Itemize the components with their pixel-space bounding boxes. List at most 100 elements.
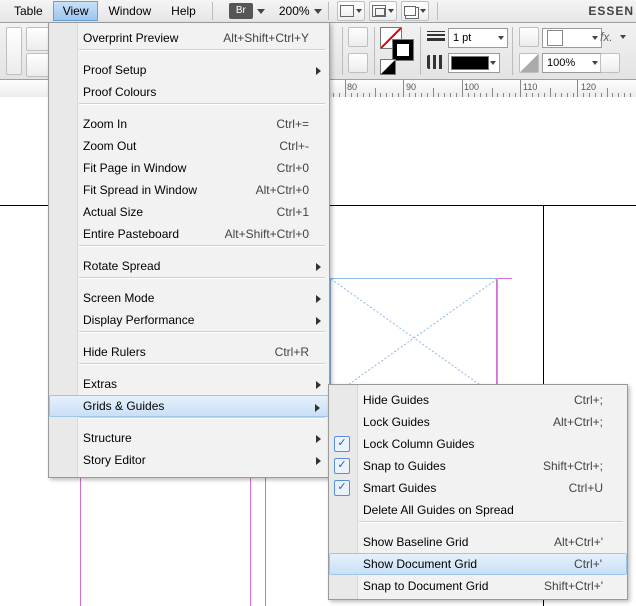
chevron-down-icon <box>592 36 598 40</box>
bridge-dropdown-icon[interactable] <box>257 9 265 14</box>
menu-item[interactable]: Hide Rulers Ctrl+R <box>49 341 329 363</box>
menu-item-label: Fit Spread in Window <box>83 183 197 197</box>
workspace-label[interactable]: ESSEN <box>588 4 634 18</box>
bridge-button[interactable]: Br <box>229 3 253 19</box>
menu-shortcut: Ctrl+' <box>574 554 602 574</box>
menu-item-label: Show Document Grid <box>363 557 477 571</box>
menu-item[interactable]: Structure <box>49 427 329 449</box>
menu-separator <box>79 331 325 333</box>
menu-item[interactable]: Hide GuidesCtrl+; <box>329 389 627 411</box>
menu-item[interactable]: Lock Column Guides✓ <box>329 433 627 455</box>
menu-item[interactable]: Zoom OutCtrl+- <box>49 135 329 157</box>
menu-window[interactable]: Window <box>98 1 161 21</box>
menu-separator <box>359 521 623 523</box>
zoom-value: 200% <box>279 4 310 18</box>
effects-icon[interactable] <box>519 27 539 47</box>
menu-item[interactable]: Show Baseline GridAlt+Ctrl+' <box>329 531 627 553</box>
submenu-arrow-icon <box>316 67 321 75</box>
menu-item-label: Lock Column Guides <box>363 437 474 451</box>
menu-item[interactable]: Show Document Grid Ctrl+' <box>329 553 627 575</box>
menu-item[interactable]: Snap to Guides Shift+Ctrl+; ✓ <box>329 455 627 477</box>
menu-item[interactable]: Fit Spread in WindowAlt+Ctrl+0 <box>49 179 329 201</box>
menu-item[interactable]: Story Editor <box>49 449 329 471</box>
menu-item-label: Zoom In <box>83 117 127 131</box>
placeholder-frame[interactable] <box>330 278 498 398</box>
chevron-down-icon <box>490 61 496 65</box>
menu-item[interactable]: Zoom InCtrl+= <box>49 113 329 135</box>
menu-bar: Table View Window Help Br 200% ESSEN <box>0 0 636 23</box>
menu-item-label: Story Editor <box>83 453 146 467</box>
menu-item-label: Screen Mode <box>83 291 154 305</box>
menu-item[interactable]: Grids & Guides <box>49 395 329 417</box>
menu-shortcut: Alt+Shift+Ctrl+0 <box>225 223 309 245</box>
menu-item[interactable]: Snap to Document GridShift+Ctrl+' <box>329 575 627 597</box>
flip-h-icon[interactable] <box>348 27 368 47</box>
menu-item[interactable]: Smart GuidesCtrl+U✓ <box>329 477 627 499</box>
arrange-button[interactable] <box>401 1 429 21</box>
menu-item[interactable]: Proof Colours <box>49 81 329 103</box>
stroke-style-field[interactable] <box>448 53 500 73</box>
menu-item[interactable]: Proof Setup <box>49 59 329 81</box>
flip-v-icon[interactable] <box>348 53 368 73</box>
chevron-down-icon <box>356 9 362 13</box>
menu-item-label: Hide Rulers <box>83 345 146 359</box>
menu-shortcut: Ctrl+R <box>275 341 309 363</box>
effects-field[interactable] <box>542 28 602 48</box>
submenu-arrow-icon <box>316 317 321 325</box>
fx-button[interactable]: fx. <box>600 30 613 44</box>
menu-separator <box>79 363 325 365</box>
stroke-weight-field[interactable]: 1 pt <box>448 28 508 48</box>
menu-item[interactable]: Delete All Guides on Spread <box>329 499 627 521</box>
menu-view[interactable]: View <box>53 1 99 21</box>
stroke-swatch[interactable] <box>392 39 414 61</box>
menu-item[interactable]: Extras <box>49 373 329 395</box>
opacity-field[interactable]: 100% <box>542 53 602 73</box>
separator <box>212 2 213 20</box>
tool-icon[interactable] <box>6 27 22 75</box>
menu-item[interactable]: Screen Mode <box>49 287 329 309</box>
view-options-button[interactable] <box>369 1 397 21</box>
menu-shortcut: Shift+Ctrl+; <box>543 455 603 477</box>
drop-shadow-icon[interactable] <box>600 53 620 73</box>
menu-item-label: Structure <box>83 431 132 445</box>
menu-item-label: Hide Guides <box>363 393 429 407</box>
menu-item[interactable]: Fit Page in WindowCtrl+0 <box>49 157 329 179</box>
stroke-weight-icon <box>427 29 445 43</box>
menu-shortcut: Ctrl+- <box>279 135 309 157</box>
menu-separator <box>79 49 325 51</box>
zoom-field[interactable]: 200% <box>279 4 322 18</box>
ruler-label: 110 <box>523 82 537 92</box>
menu-item-label: Actual Size <box>83 205 143 219</box>
chevron-down-icon <box>620 35 626 39</box>
menu-item-label: Show Baseline Grid <box>363 535 468 549</box>
menu-item-label: Rotate Spread <box>83 259 160 273</box>
separator <box>437 2 438 20</box>
menu-item[interactable]: Overprint PreviewAlt+Shift+Ctrl+Y <box>49 27 329 49</box>
separator <box>374 27 375 75</box>
menu-item-label: Snap to Guides <box>363 459 446 473</box>
menu-item[interactable]: Entire PasteboardAlt+Shift+Ctrl+0 <box>49 223 329 245</box>
screen-mode-button[interactable] <box>337 1 365 21</box>
check-icon: ✓ <box>334 458 350 474</box>
submenu-arrow-icon <box>316 295 321 303</box>
stroke-style-icon <box>427 55 445 69</box>
menu-shortcut: Ctrl+1 <box>277 201 309 223</box>
menu-item[interactable]: Actual Size Ctrl+1 <box>49 201 329 223</box>
menu-help[interactable]: Help <box>161 1 206 21</box>
menu-item-label: Extras <box>83 377 117 391</box>
menu-item[interactable]: Rotate Spread <box>49 255 329 277</box>
menu-item-label: Smart Guides <box>363 481 436 495</box>
grids-guides-submenu: Hide GuidesCtrl+;Lock GuidesAlt+Ctrl+;Lo… <box>328 384 628 600</box>
ruler-label: 100 <box>464 82 479 92</box>
menu-table[interactable]: Table <box>4 1 53 21</box>
check-icon: ✓ <box>334 480 350 496</box>
menu-item-label: Display Performance <box>83 313 194 327</box>
menu-item[interactable]: Display Performance <box>49 309 329 331</box>
opacity-icon[interactable] <box>519 53 539 73</box>
separator <box>420 27 421 75</box>
chevron-down-icon <box>592 61 598 65</box>
submenu-arrow-icon <box>316 435 321 443</box>
menu-item[interactable]: Lock GuidesAlt+Ctrl+; <box>329 411 627 433</box>
chevron-down-icon <box>420 9 426 13</box>
container-swatch[interactable] <box>380 59 396 75</box>
